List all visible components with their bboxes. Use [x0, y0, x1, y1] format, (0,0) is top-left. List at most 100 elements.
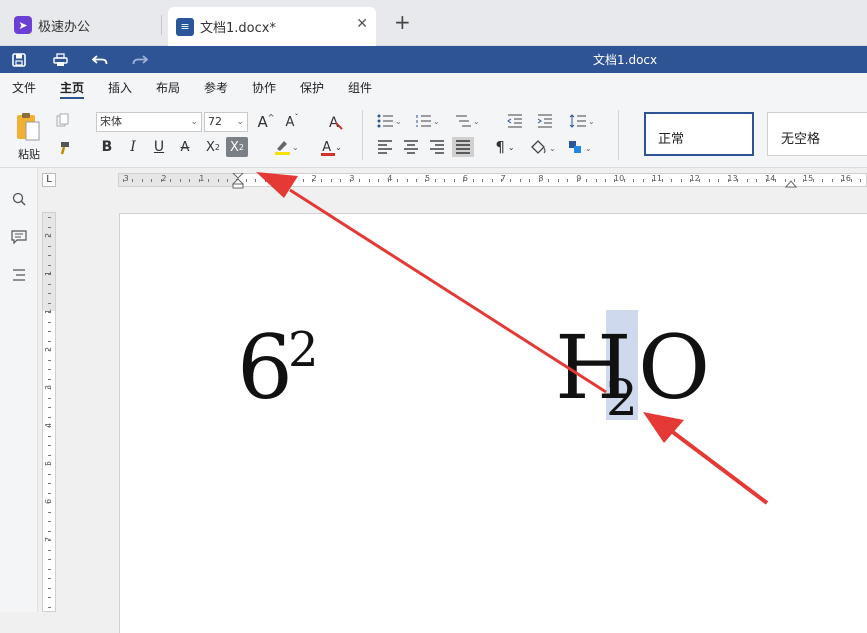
navigation-icon[interactable] [10, 266, 28, 284]
font-color-button[interactable]: A ⌄ [318, 137, 346, 157]
subscript-exp: 2 [238, 142, 244, 152]
font-color-swatch [321, 153, 335, 156]
ruler-tick-mark [576, 179, 578, 182]
close-icon[interactable]: ✕ [356, 16, 368, 32]
vruler-tick-mark [48, 549, 51, 551]
vruler-tick-mark [48, 359, 51, 361]
justify-icon[interactable] [452, 137, 474, 157]
new-tab-button[interactable]: + [394, 12, 411, 32]
ruler-tick-mark [718, 179, 720, 182]
vruler-tick-mark [48, 321, 51, 323]
menu-file[interactable]: 文件 [12, 79, 36, 96]
ruler-tick-mark [727, 179, 729, 182]
ruler-tick-mark [529, 179, 531, 182]
menu-collaborate[interactable]: 协作 [252, 79, 276, 96]
decrease-indent-icon[interactable] [506, 112, 524, 130]
menu-components[interactable]: 组件 [348, 79, 372, 96]
horizontal-ruler[interactable]: 3 2 1 1 2 3 4 5 6 7 8 9 10 11 12 13 14 15 16 [118, 173, 867, 189]
bullet-list-icon[interactable]: ⌄ [376, 112, 402, 130]
menu-references[interactable]: 参考 [204, 79, 228, 96]
grow-font-button[interactable]: A ^ [256, 112, 276, 132]
numbered-list-icon[interactable]: ⌄ [414, 112, 440, 130]
chevron-down-icon: ⌄ [190, 117, 198, 127]
menu-protect[interactable]: 保护 [300, 79, 324, 96]
shading-icon[interactable]: ⌄ [528, 138, 558, 156]
document-page[interactable] [119, 213, 867, 633]
font-size-value: 72 [208, 115, 222, 128]
underline-button[interactable]: U [150, 137, 168, 157]
align-left-icon[interactable] [376, 138, 394, 156]
vruler-tick-mark [48, 540, 51, 541]
vruler-tick-mark [48, 293, 51, 294]
svg-text:⌄: ⌄ [585, 144, 592, 153]
indent-marker-icon[interactable] [232, 173, 244, 189]
ruler-tick-mark [208, 179, 210, 182]
tab-divider [161, 15, 162, 35]
ruler-tick-mark [312, 179, 313, 182]
ruler-tick-mark [198, 179, 200, 182]
ruler-tick-mark [387, 179, 389, 182]
svg-text:A: A [329, 115, 339, 130]
ruler-tick-mark [690, 179, 691, 182]
tab-stop-selector[interactable]: L [42, 173, 56, 187]
align-center-icon[interactable] [402, 138, 420, 156]
ruler-tick-mark [359, 179, 361, 182]
ruler-tick-label: 14 [765, 174, 776, 183]
ruler-tick-label: 10 [614, 174, 625, 183]
paste-button[interactable] [12, 110, 44, 144]
borders-icon[interactable]: ⌄ [566, 138, 596, 156]
comment-icon[interactable] [10, 228, 28, 246]
italic-button[interactable]: I [124, 137, 142, 157]
expression-1-base[interactable]: 6 [237, 318, 293, 418]
copy-icon[interactable] [55, 112, 71, 128]
superscript-button[interactable]: X2 [202, 137, 224, 157]
format-painter-icon[interactable] [55, 140, 71, 156]
tab-app-home[interactable]: ➤ 极速办公 [6, 7, 162, 43]
menu-home[interactable]: 主页 [60, 79, 84, 96]
vruler-tick-mark [48, 416, 51, 418]
vruler-tick-mark [48, 464, 51, 465]
tab-document[interactable]: ≡ 文档1.docx* ✕ [168, 7, 376, 46]
font-size-select[interactable]: 72 ⌄ [204, 112, 248, 132]
menu-layout[interactable]: 布局 [156, 79, 180, 96]
ruler-tick-mark [491, 179, 493, 182]
expression-2-o[interactable]: O [638, 318, 710, 418]
search-icon[interactable] [10, 190, 28, 208]
align-right-icon[interactable] [428, 138, 446, 156]
svg-text:⌄: ⌄ [395, 117, 401, 126]
ruler-tick-mark [708, 179, 710, 182]
menu-insert[interactable]: 插入 [108, 79, 132, 96]
ruler-tick-label: 13 [727, 174, 738, 183]
highlight-color-button[interactable]: ⌄ [272, 137, 300, 157]
expression-1-superscript[interactable]: 2 [288, 322, 319, 378]
ruler-tick-mark [557, 179, 559, 182]
ruler-tick-mark [699, 179, 701, 182]
font-name-select[interactable]: 宋体 ⌄ [96, 112, 202, 132]
expression-2-subscript[interactable]: 2 [606, 370, 638, 426]
subscript-button[interactable]: X2 [226, 137, 248, 157]
line-spacing-icon[interactable]: ⌄ [568, 112, 596, 130]
strikethrough-button[interactable]: A [176, 137, 194, 157]
paragraph-mark-icon[interactable]: ¶ ⌄ [490, 138, 520, 156]
ruler-tick-mark [132, 179, 134, 182]
shrink-font-button[interactable]: Aˇ [282, 112, 302, 132]
bold-button[interactable]: B [98, 137, 116, 157]
ruler-tick-mark [604, 179, 606, 182]
print-icon[interactable] [50, 50, 70, 70]
redo-icon[interactable] [130, 50, 150, 70]
ruler-tick-mark [822, 179, 824, 182]
vruler-tick-mark [48, 388, 51, 389]
chevron-down-icon: ⌄ [236, 117, 244, 127]
increase-indent-icon[interactable] [536, 112, 554, 130]
save-icon[interactable] [9, 50, 29, 70]
clear-format-icon[interactable]: A [325, 112, 345, 132]
ruler-tick-mark [349, 179, 351, 182]
undo-icon[interactable] [90, 50, 110, 70]
style-no-spacing[interactable]: 无空格 [767, 112, 867, 156]
vruler-tick-mark [48, 502, 51, 503]
vertical-ruler[interactable]: 211234567 [42, 212, 56, 612]
ruler-tick-mark [803, 179, 805, 182]
multilevel-list-icon[interactable]: ⌄ [454, 112, 480, 130]
right-indent-marker-icon[interactable] [785, 178, 797, 188]
style-normal[interactable]: 正常 [644, 112, 754, 156]
